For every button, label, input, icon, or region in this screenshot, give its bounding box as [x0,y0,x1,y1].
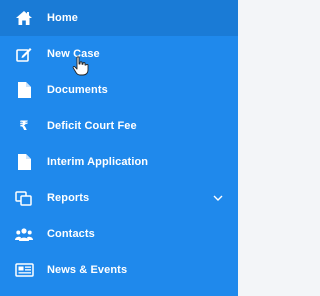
rupee-glyph: ₹ [19,118,29,134]
sidebar-item-deficit-court-fee[interactable]: ₹ Deficit Court Fee [0,108,238,144]
contacts-icon [14,224,34,244]
home-icon [14,8,34,28]
sidebar-item-label: Documents [47,84,108,96]
sidebar-item-home[interactable]: Home [0,0,238,36]
sidebar-item-news-events[interactable]: News & Events [0,252,238,288]
edit-icon [14,44,34,64]
document-icon [14,152,34,172]
document-icon [14,80,34,100]
news-icon [14,260,34,280]
sidebar: Home New Case Documents ₹ Deficit Court … [0,0,238,296]
sidebar-item-contacts[interactable]: Contacts [0,216,238,252]
sidebar-item-reports[interactable]: Reports [0,180,238,216]
sidebar-item-new-case[interactable]: New Case [0,36,238,72]
sidebar-item-label: Reports [47,192,90,204]
chevron-down-icon[interactable] [212,192,224,204]
sidebar-item-interim-application[interactable]: Interim Application [0,144,238,180]
sidebar-item-label: Interim Application [47,156,149,168]
reports-icon [14,188,34,208]
rupee-icon: ₹ [14,116,34,136]
sidebar-item-label: Deficit Court Fee [47,120,137,132]
sidebar-item-label: News & Events [47,264,128,276]
sidebar-item-label: Contacts [47,228,95,240]
sidebar-item-label: Home [47,12,78,24]
sidebar-menu: Home New Case Documents ₹ Deficit Court … [0,0,238,288]
sidebar-item-label: New Case [47,48,100,60]
sidebar-item-documents[interactable]: Documents [0,72,238,108]
